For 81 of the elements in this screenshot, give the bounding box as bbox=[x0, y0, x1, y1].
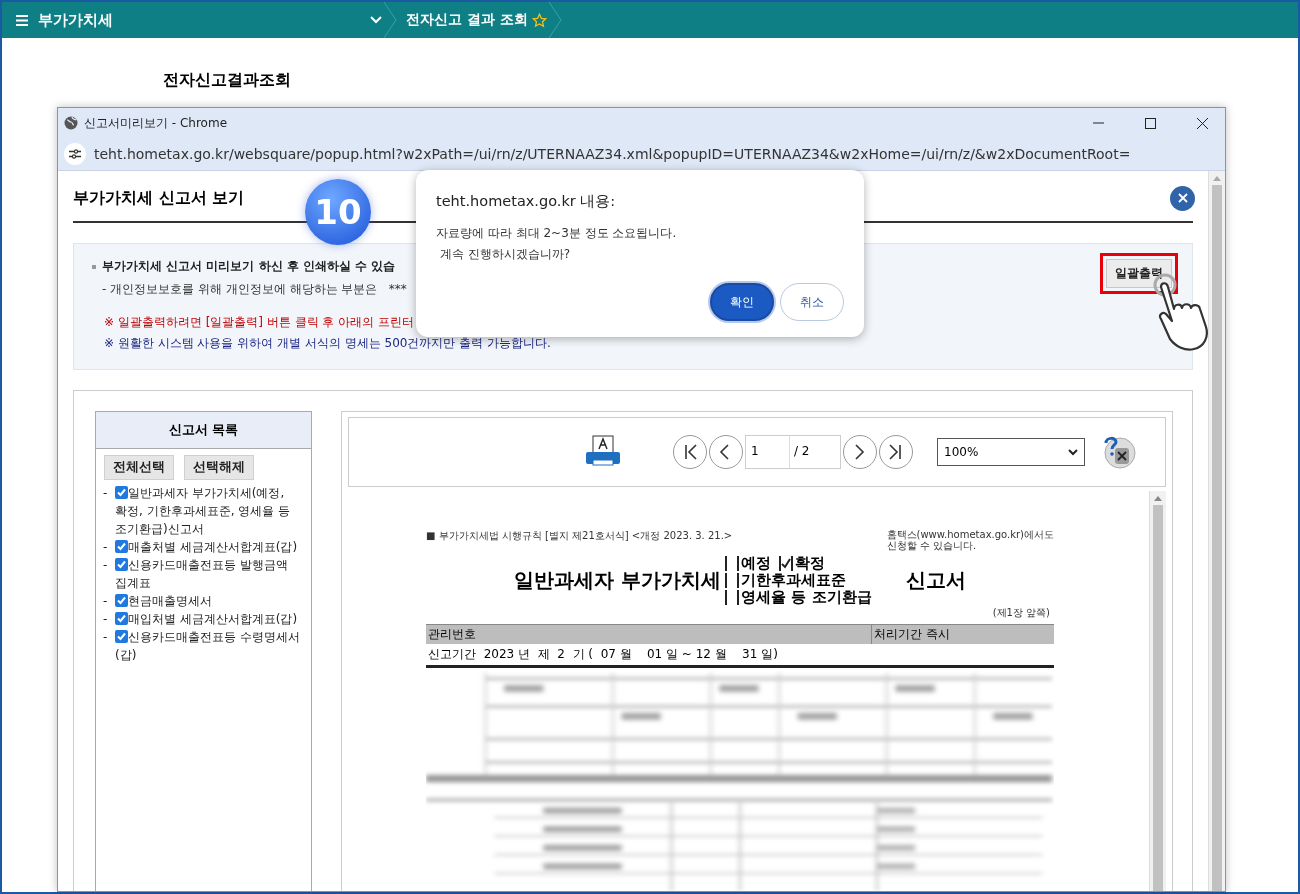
scroll-up-icon[interactable] bbox=[1154, 495, 1162, 501]
close-icon[interactable] bbox=[1196, 117, 1208, 129]
chevron-right-icon bbox=[889, 444, 903, 460]
help-icon[interactable] bbox=[1101, 434, 1137, 470]
list-header: 신고서 목록 bbox=[96, 412, 311, 449]
page-field[interactable]: 1 / 2 bbox=[745, 435, 841, 469]
panel-title: 부가가치세 신고서 보기 bbox=[73, 187, 245, 209]
url-text: teht.hometax.go.kr/websquare/popup.html?w2xPath=/ui/rn/z/UTERNAAZ34.xml&popupID=UTERNAAZ34&w2xHome=/ui/rn/z/&w2xDocumentRoot= bbox=[94, 146, 1131, 162]
form-item-label[interactable]: 신용카드매출전표등 발행금액 집계표 bbox=[115, 556, 305, 592]
page-total: / 2 bbox=[793, 443, 811, 460]
table-cell-text: 처리기간 즉시 bbox=[873, 626, 951, 643]
close-button[interactable] bbox=[1170, 185, 1195, 211]
dialog-message: 자료량에 따라 최대 2~3분 정도 소요됩니다. bbox=[436, 225, 678, 242]
page-title: 전자신고결과조회 bbox=[163, 70, 292, 91]
confirm-button[interactable]: 확인 bbox=[710, 283, 774, 321]
zoom-select[interactable]: 100% bbox=[937, 438, 1085, 466]
chevron-right-icon bbox=[853, 444, 867, 460]
last-page-button[interactable] bbox=[879, 435, 913, 469]
form-note-text: 신청할 수 있습니다. bbox=[886, 540, 977, 551]
checkbox[interactable] bbox=[115, 540, 128, 553]
checkbox[interactable] bbox=[115, 558, 128, 571]
checkbox[interactable] bbox=[115, 630, 128, 643]
dialog-message: 계속 진행하시겠습니까? bbox=[438, 246, 571, 263]
form-item-label[interactable]: 매출처별 세금계산서합계표(갑) bbox=[115, 538, 305, 556]
form-rule-text: ■ 부가가치세법 시행규칙 [별지 제21호서식] <개정 2023. 3. 21.> bbox=[426, 529, 733, 543]
deselect-button[interactable]: 선택해제 bbox=[184, 455, 254, 480]
bullet-text: - bbox=[103, 557, 109, 574]
printer-icon[interactable] bbox=[585, 435, 621, 469]
notice-text: - 개인정보보호를 위해 개인정보에 해당하는 부분은 *** bbox=[102, 281, 408, 298]
print-all-button[interactable]: 일괄출력 bbox=[1106, 259, 1172, 288]
bullet-text: - bbox=[103, 611, 109, 628]
first-page-button[interactable] bbox=[673, 435, 707, 469]
select-all-button[interactable]: 전체선택 bbox=[104, 455, 174, 480]
scrollbar[interactable] bbox=[1149, 491, 1166, 891]
form-item-label[interactable]: 신용카드매출전표등 수령명세서(갑) bbox=[115, 628, 305, 664]
option-label: 영세율 등 조기환급 bbox=[741, 589, 872, 606]
dialog-title: teht.hometax.go.kr 내용: bbox=[436, 192, 617, 211]
next-page-button[interactable] bbox=[843, 435, 877, 469]
form-note-text: 홈택스(www.hometax.go.kr)에서도 bbox=[886, 529, 1054, 540]
option-label: 예정 bbox=[741, 555, 772, 572]
step-badge: 10 bbox=[305, 179, 371, 245]
option-label: 확정 bbox=[795, 555, 826, 572]
breadcrumb-title[interactable]: 전자신고 결과 조회 bbox=[406, 11, 528, 29]
scrollbar-thumb[interactable] bbox=[1153, 505, 1163, 891]
prev-page-button[interactable] bbox=[709, 435, 743, 469]
period-text: 신고기간 2023 년 제 2 기 ( 07 월 01 일 ~ 12 월 31 일) bbox=[426, 644, 1054, 668]
chevron-left-icon bbox=[683, 444, 697, 460]
checkbox[interactable] bbox=[115, 486, 128, 499]
maximize-icon[interactable] bbox=[1144, 117, 1156, 129]
cancel-button[interactable]: 취소 bbox=[780, 283, 844, 321]
menu-icon[interactable] bbox=[16, 14, 28, 26]
option-label: 기한후과세표준 bbox=[741, 572, 847, 589]
page-note: (제1장 앞쪽) bbox=[992, 606, 1050, 620]
bullet-text: - bbox=[103, 593, 109, 610]
minimize-icon[interactable] bbox=[1092, 122, 1104, 124]
form-title-end: 신고서 bbox=[905, 567, 966, 594]
table-cell: 관리번호 bbox=[426, 625, 872, 644]
scrollbar[interactable] bbox=[1208, 171, 1225, 891]
notice-text: 부가가치세 신고서 미리보기 하신 후 인쇄하실 수 있습 bbox=[102, 258, 396, 275]
checkbox[interactable] bbox=[115, 612, 128, 625]
scrollbar-thumb[interactable] bbox=[1212, 185, 1222, 891]
site-settings-icon[interactable] bbox=[64, 143, 86, 165]
star-icon[interactable] bbox=[531, 12, 547, 28]
chevron-down-icon[interactable] bbox=[370, 16, 382, 24]
close-icon bbox=[1177, 193, 1188, 203]
notice-text: ※ 원활한 시스템 사용을 위하여 개별 서식의 명세는 500건까지만 출력 가능합니다. bbox=[104, 335, 552, 352]
caret-down-icon bbox=[1068, 448, 1078, 456]
bullet-text: - bbox=[103, 485, 109, 502]
form-item-label[interactable]: 현금매출명세서 bbox=[115, 592, 305, 610]
form-title: 일반과세자 부가가치세 bbox=[514, 567, 722, 594]
menu-title: 부가가치세 bbox=[38, 10, 114, 30]
checkbox[interactable] bbox=[115, 594, 128, 607]
notice-text: ※ 일괄출력하려면 [일괄출력] 버튼 클릭 후 아래의 프린터 bbox=[104, 314, 416, 331]
breadcrumb-separator-icon bbox=[546, 2, 563, 38]
window-title: 신고서미리보기 - Chrome bbox=[84, 114, 229, 132]
breadcrumb-separator-icon bbox=[382, 2, 398, 38]
bullet-text: - bbox=[103, 539, 109, 556]
bullet-text: - bbox=[103, 629, 109, 646]
globe-icon bbox=[64, 116, 78, 130]
form-item-label[interactable]: 매입처별 세금계산서합계표(갑) bbox=[115, 610, 305, 628]
form-item-label[interactable]: 일반과세자 부가가치세(예정, 확정, 기한후과세표준, 영세율 등 조기환급)신고서 bbox=[115, 484, 305, 538]
